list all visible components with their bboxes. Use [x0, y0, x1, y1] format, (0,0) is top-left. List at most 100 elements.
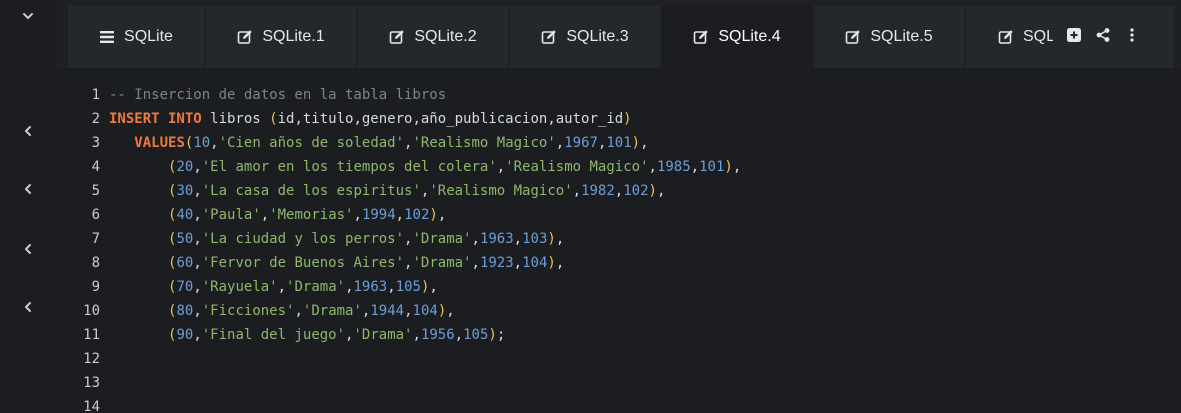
- more-options-button[interactable]: [1124, 27, 1140, 48]
- code-token: ,: [404, 303, 413, 319]
- line-number: 5: [91, 183, 100, 199]
- code-token: ): [631, 135, 641, 151]
- code-token: 70: [176, 279, 194, 295]
- expand-panel-button-3[interactable]: [10, 238, 46, 264]
- code-line[interactable]: 13: [68, 371, 109, 395]
- code-token: 'Cien años de soledad': [218, 135, 405, 151]
- code-token: ): [488, 327, 497, 343]
- code-token: ,: [454, 327, 464, 343]
- code-token: -- Insercion de datos en la tabla libros: [109, 87, 447, 103]
- code-token: 1982: [581, 183, 615, 199]
- tab-label: SQLite.4: [718, 28, 781, 45]
- code-token: ,: [210, 135, 219, 151]
- code-token: ,: [387, 279, 396, 295]
- code-token: 30: [176, 183, 194, 199]
- tab-sqlite-3[interactable]: SQLite.3: [510, 6, 660, 68]
- line-code: (70,'Rayuela','Drama',1963,105),: [109, 275, 438, 299]
- code-line[interactable]: 1 -- Insercion de datos en la tabla libro…: [68, 83, 447, 107]
- edit-icon: [693, 29, 709, 45]
- code-token: (: [269, 111, 278, 127]
- code-token: ,: [193, 279, 202, 295]
- code-token: ,: [648, 159, 657, 175]
- code-token: 'Memorias': [269, 207, 354, 223]
- tab-label: SQLite: [124, 28, 173, 45]
- code-line[interactable]: 10 (80,'Ficciones','Drama',1944,104),: [68, 299, 455, 323]
- code-token: 'Rayuela': [201, 279, 278, 295]
- code-token: ,: [513, 231, 523, 247]
- code-line[interactable]: 6 (40,'Paula','Memorias',1994,102),: [68, 203, 447, 227]
- code-token: ,: [572, 183, 582, 199]
- line-number: 14: [83, 399, 100, 413]
- code-line[interactable]: 14: [68, 395, 109, 413]
- code-token: INSERT INTO: [109, 111, 202, 127]
- code-token: ,: [353, 207, 362, 223]
- tab-label: SQLite.1: [262, 28, 325, 45]
- code-token: 'Drama': [412, 231, 472, 247]
- collapse-toggle-button[interactable]: [10, 5, 46, 31]
- code-token: 'El amor en los tiempos del colera': [201, 159, 497, 175]
- code-line[interactable]: 9 (70,'Rayuela','Drama',1963,105),: [68, 275, 438, 299]
- code-line[interactable]: 5 (30,'La casa de los espiritus','Realis…: [68, 179, 666, 203]
- share-icon: [1095, 27, 1111, 48]
- line-number: 10: [83, 303, 100, 319]
- tab-actions: [1053, 6, 1174, 68]
- code-line[interactable]: 8 (60,'Fervor de Buenos Aires','Drama',1…: [68, 251, 565, 275]
- expand-panel-button-4[interactable]: [10, 296, 46, 322]
- code-token: 20: [176, 159, 194, 175]
- code-token: 'Drama': [302, 303, 362, 319]
- line-number: 11: [83, 327, 100, 343]
- code-line[interactable]: 3 VALUES(10,'Cien años de soledad','Real…: [68, 131, 649, 155]
- line-number: 4: [91, 159, 100, 175]
- code-token: ): [547, 231, 556, 247]
- code-token: ,: [555, 255, 565, 271]
- code-token: 102: [623, 183, 649, 199]
- tab-sqlite-5[interactable]: SQLite.5: [814, 6, 964, 68]
- code-token: 'Realismo Magico': [429, 183, 573, 199]
- edit-icon: [541, 29, 557, 45]
- chevron-left-icon: [21, 124, 35, 143]
- line-number: 3: [91, 135, 100, 151]
- code-token: ,: [193, 327, 202, 343]
- share-button[interactable]: [1095, 27, 1111, 48]
- code-line[interactable]: 7 (50,'La ciudad y los perros','Drama',1…: [68, 227, 565, 251]
- expand-panel-button-1[interactable]: [10, 120, 46, 146]
- code-token: 1923: [479, 255, 514, 271]
- code-line[interactable]: 4 (20,'El amor en los tiempos del colera…: [68, 155, 742, 179]
- code-token: 80: [176, 303, 194, 319]
- code-token: ,: [193, 207, 202, 223]
- code-token: 103: [522, 231, 548, 247]
- code-token: 50: [176, 231, 194, 247]
- code-token: 1963: [479, 231, 514, 247]
- add-tab-button[interactable]: [1066, 27, 1082, 48]
- code-token: 104: [412, 303, 438, 319]
- chevron-down-icon: [21, 9, 35, 28]
- tab-sqlite-4[interactable]: SQLite.4: [662, 6, 812, 68]
- tab-bar: SQLite SQLite.1 SQLite.2 SQLite.3 SQLite.4 SQ…: [68, 6, 1053, 68]
- code-line[interactable]: 2 INSERT INTO libros (id,titulo,genero,añ…: [68, 107, 632, 131]
- code-token: ,: [345, 279, 354, 295]
- tab-sqlite[interactable]: SQLite: [68, 6, 204, 68]
- code-editor[interactable]: 1 -- Insercion de datos en la tabla libro…: [68, 68, 1174, 413]
- code-token: 'Realismo Magico': [412, 135, 556, 151]
- tab-sqlite-2[interactable]: SQLite.2: [358, 6, 508, 68]
- code-line[interactable]: 11 (90,'Final del juego','Drama',1956,10…: [68, 323, 505, 347]
- chevron-left-icon: [21, 242, 35, 261]
- line-code: (80,'Ficciones','Drama',1944,104),: [109, 299, 455, 323]
- sql-editor-app: SQLite SQLite.1 SQLite.2 SQLite.3 SQLite.4 SQ…: [0, 0, 1181, 413]
- line-code: (90,'Final del juego','Drama',1956,105);: [109, 323, 505, 347]
- tab-sql[interactable]: SQL: [966, 6, 1053, 68]
- line-code: INSERT INTO libros (id,titulo,genero,año…: [109, 107, 632, 131]
- code-token: 'Drama': [353, 327, 413, 343]
- code-token: ,: [395, 207, 405, 223]
- chevron-left-icon: [21, 300, 35, 319]
- more-vertical-icon: [1124, 27, 1140, 48]
- code-line[interactable]: 12: [68, 347, 109, 371]
- expand-panel-button-2[interactable]: [10, 178, 46, 204]
- code-token: 1994: [361, 207, 396, 223]
- plus-square-icon: [1066, 27, 1082, 48]
- line-number: 13: [83, 375, 100, 391]
- code-token: id,titulo,genero,año_publicacion,autor_i…: [277, 111, 624, 127]
- tab-sqlite-1[interactable]: SQLite.1: [206, 6, 356, 68]
